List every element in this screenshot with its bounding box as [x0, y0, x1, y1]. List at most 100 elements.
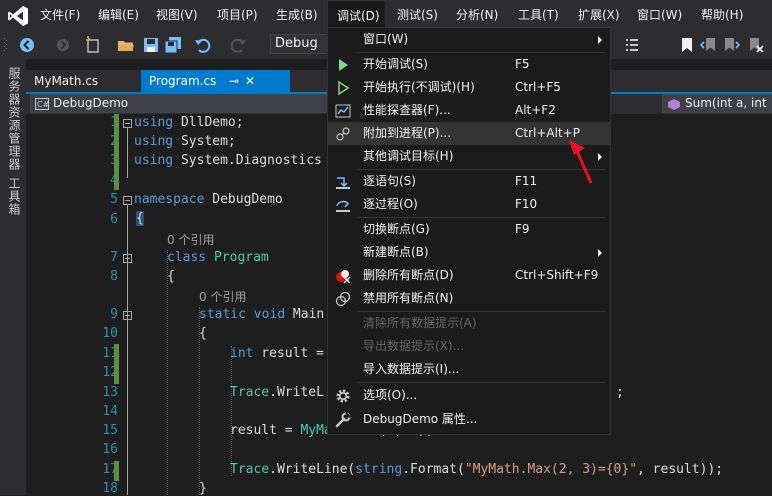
new-project-icon[interactable] — [84, 36, 102, 54]
keyword: using — [134, 115, 174, 130]
menu-item-shortcut: Ctrl+Shift+F9 — [515, 268, 599, 282]
bookmark-icon[interactable] — [678, 36, 696, 54]
line-number: 17 — [102, 462, 118, 477]
bookmark-clear-icon[interactable] — [746, 36, 764, 54]
align-icon[interactable] — [625, 36, 639, 54]
delete-breakpoints-icon — [336, 270, 351, 284]
line-number: 12 — [102, 365, 118, 380]
debug-menu-item-project-properties[interactable]: DebugDemo 属性... — [328, 408, 610, 431]
keyword: namespace — [134, 192, 205, 207]
line-number: 13 — [102, 385, 118, 400]
bookmark-prev-icon[interactable] — [700, 36, 718, 54]
menu-help[interactable]: 帮助(H) — [701, 0, 743, 31]
debug-menu-item-new-breakpoint[interactable]: 新建断点(B) — [328, 241, 610, 264]
keyword: using — [134, 153, 174, 168]
line-number: 5 — [110, 192, 118, 207]
collapse-icon[interactable] — [123, 254, 132, 263]
code-line-9: static void Main — [199, 307, 324, 322]
line-number: 16 — [102, 442, 118, 457]
server-explorer-tab[interactable]: 服务器资源管理器 — [6, 67, 23, 171]
close-tab-icon[interactable]: ✕ — [245, 70, 255, 92]
code-line-18: } — [199, 481, 207, 496]
line-number: 18 — [102, 481, 118, 496]
menu-item-label: 其他调试目标(H) — [363, 149, 454, 163]
line-number: 3 — [56, 153, 118, 168]
forward-icon[interactable] — [54, 36, 72, 54]
code-text: , result)); — [637, 462, 724, 477]
code-text: .WriteL — [269, 385, 324, 400]
code-text: result = — [230, 423, 301, 438]
play-outline-icon — [338, 80, 350, 96]
type-name: Trace — [230, 462, 270, 477]
tab-program[interactable]: Program.cs ⊸ ✕ — [141, 70, 290, 92]
menu-item-label: 删除所有断点(D) — [363, 268, 454, 282]
menu-item-shortcut: F11 — [515, 174, 538, 188]
menu-item-label: DebugDemo 属性... — [363, 412, 478, 426]
collapse-icon[interactable] — [123, 119, 132, 128]
pin-icon[interactable]: ⊸ — [229, 70, 239, 92]
collapse-icon[interactable] — [123, 311, 132, 320]
bookmark-next-icon[interactable] — [722, 36, 740, 54]
menu-window[interactable]: 窗口(W) — [637, 0, 682, 31]
debug-menu-item-delete-all-breakpoints[interactable]: 删除所有断点(D) Ctrl+Shift+F9 — [328, 264, 610, 287]
menu-project[interactable]: 项目(P) — [217, 0, 258, 31]
toolbar-grip-icon — [4, 38, 7, 51]
debug-menu-item-profiler[interactable]: 性能探查器(F)... Alt+F2 — [328, 99, 610, 122]
save-all-icon[interactable] — [164, 36, 182, 54]
menu-item-label: 附加到进程(P)... — [363, 126, 452, 140]
code-text: System.Diagnostics — [173, 153, 322, 168]
code-line-7: class Program — [167, 250, 269, 265]
menu-item-shortcut: F10 — [515, 197, 538, 211]
codelens-references[interactable]: 0 个引用 — [167, 231, 214, 248]
code-line-8: { — [167, 269, 175, 284]
line-number: 7 — [110, 250, 118, 265]
project-name: DebugDemo — [53, 96, 129, 110]
debug-menu-item-options[interactable]: 选项(O)... — [328, 384, 610, 407]
menu-build[interactable]: 生成(B) — [276, 0, 318, 31]
code-text: .WriteLine( — [269, 462, 356, 477]
debug-menu-item-disable-all-breakpoints[interactable]: 禁用所有断点(N) — [328, 287, 610, 310]
debug-menu-item-step-over[interactable]: 逐过程(O) F10 — [328, 193, 610, 216]
menu-item-shortcut: Alt+F2 — [515, 103, 556, 117]
toolbox-tab[interactable]: 工具箱 — [6, 177, 23, 216]
menu-item-label: 逐语句(S) — [363, 174, 416, 188]
menu-item-shortcut: F9 — [515, 222, 530, 236]
outline-line — [127, 205, 128, 495]
line-number: 10 — [102, 326, 118, 341]
member-dropdown[interactable]: Sum(int a, int b) — [662, 94, 772, 127]
method-icon — [668, 99, 680, 110]
debug-menu-item-toggle-breakpoint[interactable]: 切换断点(G) F9 — [328, 218, 610, 241]
debug-menu-item-windows[interactable]: 窗口(W) — [328, 28, 610, 51]
undo-icon[interactable] — [194, 36, 212, 54]
menu-item-label: 导出数据提示(X)... — [363, 339, 465, 353]
step-over-icon — [336, 200, 350, 212]
menu-item-label: 切换断点(G) — [363, 222, 430, 236]
menu-view[interactable]: 视图(V) — [156, 0, 198, 31]
svg-text:C#: C# — [37, 100, 49, 109]
debug-menu-item-start-without-debugging[interactable]: 开始执行(不调试)(H) Ctrl+F5 — [328, 76, 610, 99]
open-file-icon[interactable] — [117, 36, 135, 54]
debug-menu-item-start-debugging[interactable]: 开始调试(S) F5 — [328, 53, 610, 76]
menu-item-label: 开始调试(S) — [363, 57, 428, 71]
menu-item-label: 导入数据提示(I)... — [363, 362, 460, 376]
menu-item-label: 逐过程(O) — [363, 197, 418, 211]
redo-icon[interactable] — [229, 36, 247, 54]
solution-configuration-dropdown[interactable]: Debug — [270, 34, 330, 54]
menu-edit[interactable]: 编辑(E) — [98, 0, 139, 31]
debug-menu-item-import-datatips[interactable]: 导入数据提示(I)... — [328, 358, 610, 381]
keyword: string — [355, 462, 403, 477]
save-icon[interactable] — [142, 36, 160, 54]
collapse-icon[interactable] — [123, 196, 132, 205]
submenu-arrow-icon — [598, 36, 602, 44]
project-dropdown[interactable]: C# DebugDemo — [30, 94, 330, 113]
codelens-references[interactable]: 0 个引用 — [199, 288, 246, 305]
code-line-2: using System; — [134, 134, 236, 149]
menu-item-label: 清除所有数据提示(A) — [363, 316, 477, 330]
menu-file[interactable]: 文件(F) — [40, 0, 80, 31]
indent-guide — [167, 250, 168, 495]
visual-studio-logo-icon[interactable] — [7, 5, 29, 27]
back-icon[interactable] — [18, 36, 36, 54]
tab-mymath[interactable]: MyMath.cs — [26, 70, 138, 92]
menu-item-label: 选项(O)... — [363, 388, 418, 402]
change-marker — [114, 461, 119, 481]
